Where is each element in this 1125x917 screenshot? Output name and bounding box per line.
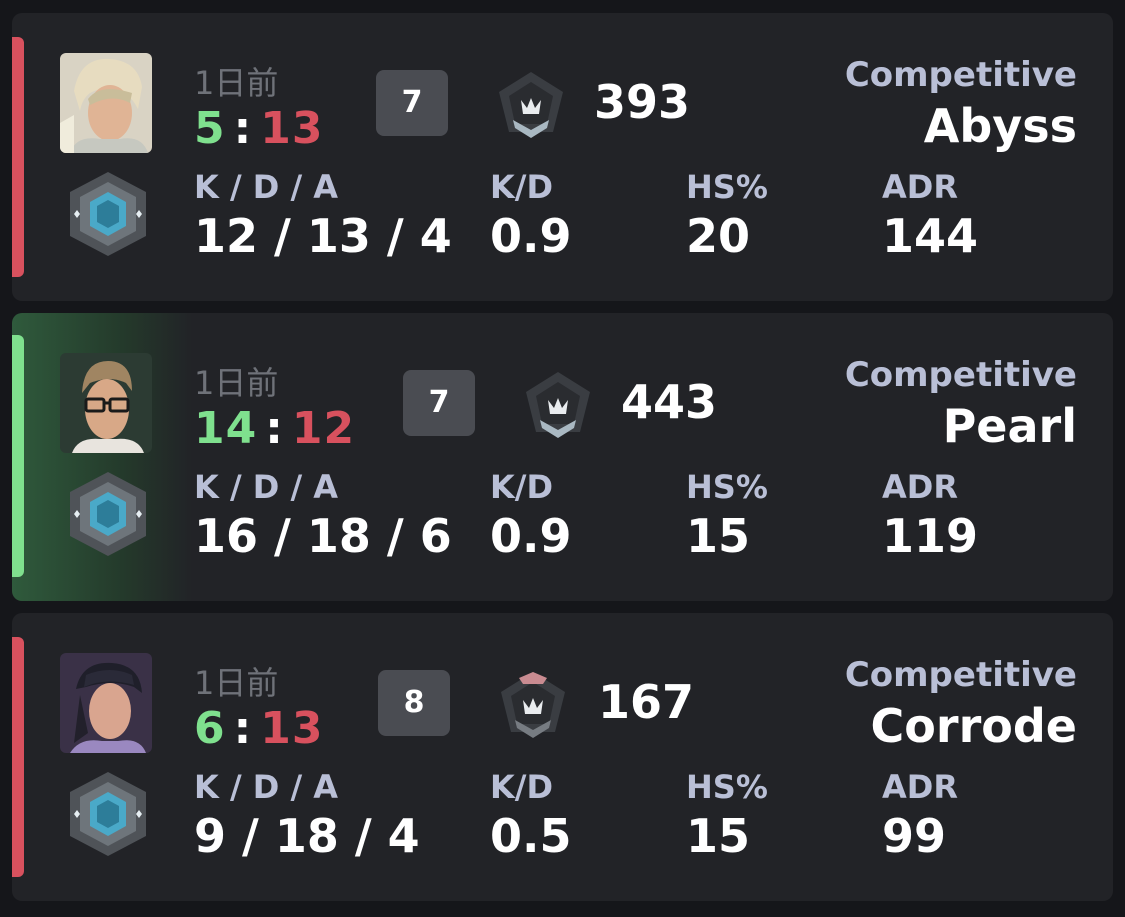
rr-value: 393 [594,75,691,129]
match-card[interactable]: 1日前 14:12 7 443 Competitive Pearl K / D … [12,313,1113,601]
adr-label: ADR [882,768,958,806]
tier-emblem-icon [522,368,594,444]
adr-value: 119 [882,509,979,563]
score-separator: : [265,403,284,454]
placement-badge: 7 [403,370,475,436]
match-card[interactable]: 1日前 5:13 7 393 Competitive Abyss K / D /… [12,13,1113,301]
adr-value: 144 [882,209,979,263]
rr-value: 167 [598,675,695,729]
loss-indicator-bar [12,637,24,877]
placement-badge: 8 [378,670,450,736]
match-card[interactable]: 1日前 6:13 8 167 Competitive Corrode K / D… [12,613,1113,901]
agent-avatar-icon [60,653,152,753]
map-name: Corrode [870,699,1077,753]
rr-value: 443 [621,375,718,429]
hs-value: 15 [686,809,751,863]
match-score: 5:13 [194,103,323,154]
rank-emblem-icon [64,168,152,260]
enemy-rounds: 13 [260,103,324,154]
team-rounds: 14 [194,403,258,454]
kda-value: 12 / 13 / 4 [194,209,452,263]
kda-label: K / D / A [194,468,339,506]
game-mode: Competitive [844,655,1077,695]
kd-label: K/D [490,168,554,206]
hs-label: HS% [686,768,768,806]
game-mode: Competitive [844,55,1077,95]
placement-badge: 7 [376,70,448,136]
win-indicator-bar [12,335,24,577]
hs-label: HS% [686,468,768,506]
kd-value: 0.5 [490,809,572,863]
hs-label: HS% [686,168,768,206]
game-mode: Competitive [844,355,1077,395]
hs-value: 20 [686,209,751,263]
adr-value: 99 [882,809,947,863]
agent-avatar-icon [60,53,152,153]
kd-label: K/D [490,468,554,506]
kda-label: K / D / A [194,768,339,806]
team-rounds: 5 [194,103,226,154]
kd-value: 0.9 [490,509,572,563]
score-separator: : [233,103,253,154]
rank-emblem-icon [64,768,152,860]
time-ago: 1日前 [194,664,279,702]
enemy-rounds: 12 [291,403,356,454]
rank-emblem-icon [64,468,152,560]
adr-label: ADR [882,168,958,206]
match-score: 14:12 [194,403,355,454]
map-name: Abyss [923,99,1077,153]
match-score: 6:13 [194,703,323,754]
kda-value: 16 / 18 / 6 [194,509,452,563]
kd-label: K/D [490,768,554,806]
loss-indicator-bar [12,37,24,277]
kd-value: 0.9 [490,209,572,263]
hs-value: 15 [686,509,751,563]
time-ago: 1日前 [194,64,279,102]
team-rounds: 6 [194,703,226,754]
tier-emblem-icon [497,668,569,744]
agent-avatar-icon [60,353,152,453]
kda-value: 9 / 18 / 4 [194,809,420,863]
kda-label: K / D / A [194,168,339,206]
enemy-rounds: 13 [260,703,324,754]
adr-label: ADR [882,468,958,506]
score-separator: : [233,703,253,754]
time-ago: 1日前 [194,364,279,402]
map-name: Pearl [942,399,1077,453]
tier-emblem-icon [495,68,567,144]
